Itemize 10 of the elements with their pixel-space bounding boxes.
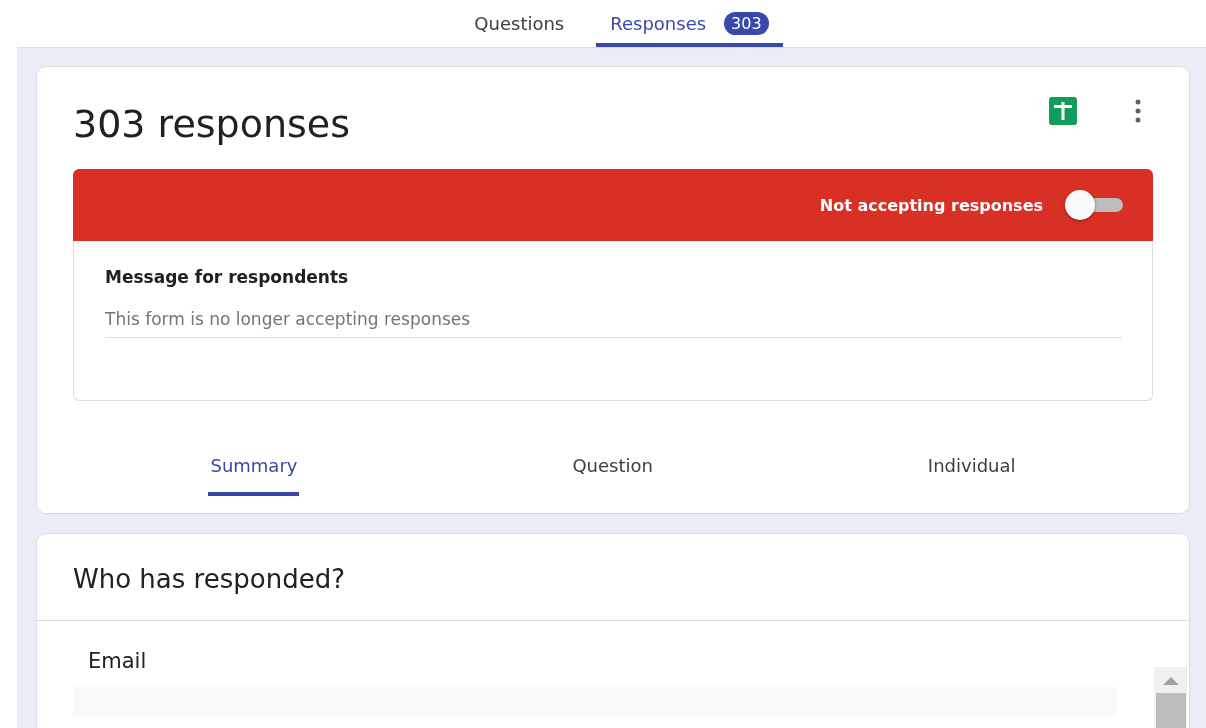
accepting-label: Not accepting responses [819,195,1043,215]
tab[interactable]: Individual [925,447,1018,496]
count-badge: 303 [724,12,769,35]
responses-title: 303 responses [73,101,351,146]
field-label: Email [88,649,147,673]
tab[interactable]: Question [570,447,655,496]
message-label: Message for respondents [105,267,350,287]
section-title: Who has responded? [37,534,1189,621]
tab[interactable]: Questions [460,0,579,47]
tab[interactable]: Summary [208,447,300,496]
